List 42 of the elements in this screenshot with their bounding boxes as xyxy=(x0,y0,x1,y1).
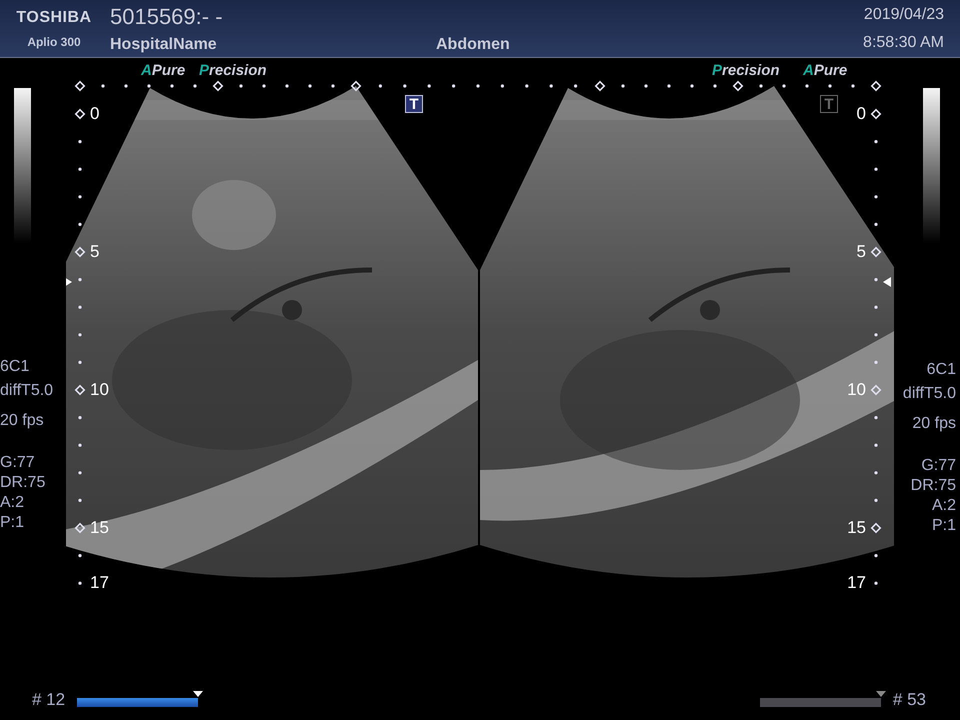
depth-label: 0 xyxy=(90,105,100,123)
focus-marker-icon xyxy=(66,277,72,287)
patient-id: 5015569:- - xyxy=(110,4,224,30)
hospital-name: HospitalName xyxy=(110,36,218,54)
imaging-parameter: 6C1 xyxy=(0,357,30,377)
exam-type: Abdomen xyxy=(436,36,510,54)
focus-marker-icon xyxy=(883,277,891,287)
cine-thumb[interactable] xyxy=(876,691,886,697)
depth-label: 15 xyxy=(847,519,866,537)
mode-label: APure xyxy=(803,62,848,79)
imaging-parameter: diffT5.0 xyxy=(902,384,956,404)
gain-setting: G:77 xyxy=(0,453,35,473)
depth-label: 0 xyxy=(856,105,866,123)
gain-setting: P:1 xyxy=(932,516,956,536)
mode-label: Precision xyxy=(712,62,780,79)
gain-setting: G:77 xyxy=(921,456,956,476)
imaging-parameter: diffT5.0 xyxy=(0,381,54,401)
model-name: Aplio 300 xyxy=(27,34,81,48)
mode-label: Precision xyxy=(199,62,267,79)
imaging-parameter: 6C1 xyxy=(926,360,956,380)
image-marker[interactable]: T xyxy=(405,95,423,113)
image-marker[interactable]: T xyxy=(820,95,838,113)
gain-setting: DR:75 xyxy=(0,473,46,493)
depth-label: 10 xyxy=(847,381,866,399)
depth-label: 5 xyxy=(856,243,866,261)
gain-setting: DR:75 xyxy=(910,476,956,496)
depth-label: 5 xyxy=(90,243,100,261)
frame-number: # 53 xyxy=(892,690,926,710)
brand-logo: TOSHIBA xyxy=(16,8,92,26)
frame-number: # 12 xyxy=(32,690,66,710)
imaging-parameter: 20 fps xyxy=(0,411,44,431)
imaging-parameter: 20 fps xyxy=(912,414,956,434)
gain-setting: A:2 xyxy=(932,496,956,516)
depth-label: 10 xyxy=(90,381,109,399)
exam-date: 2019/04/23 xyxy=(864,6,944,24)
gain-setting: P:1 xyxy=(0,513,24,533)
gain-setting: A:2 xyxy=(0,493,24,513)
exam-time: 8:58:30 AM xyxy=(863,34,944,52)
mode-label: APure xyxy=(141,62,186,79)
depth-label: 15 xyxy=(90,519,109,537)
depth-label: 17 xyxy=(847,574,866,592)
depth-label: 17 xyxy=(90,574,109,592)
